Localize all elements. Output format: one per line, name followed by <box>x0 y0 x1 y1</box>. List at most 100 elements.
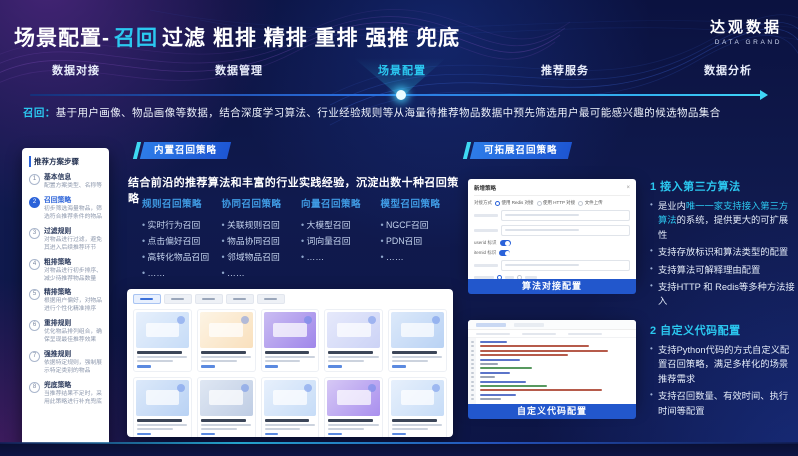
steps-sidebar: 推荐方案步骤 1 基本信息 配置方案类型、名称等 2 召回策略 初步筛选海量物品… <box>22 148 109 448</box>
card-illustration <box>327 312 380 348</box>
sidebar-step-1[interactable]: 1 基本信息 配置方案类型、名称等 <box>29 174 102 191</box>
custom-code-section: 2 自定义代码配置 支持Python代码的方式自定义配置召回策略，满足多样化的场… <box>650 322 796 421</box>
radio-redis[interactable]: 使用 Redis 对接 <box>495 200 534 206</box>
title-prefix: 场景配置- <box>14 27 110 50</box>
card-detail-link[interactable] <box>392 365 406 368</box>
card-illustration <box>200 380 253 416</box>
builtin-recall-badge: 内置召回策略 <box>140 142 231 159</box>
grid-tab[interactable] <box>133 294 161 304</box>
column-item: 关联规则召回 <box>222 217 302 233</box>
card-illustration <box>136 380 189 416</box>
column-title: 向量召回策略 <box>301 196 381 210</box>
card-illustration <box>200 312 253 348</box>
column-item: …… <box>222 265 302 281</box>
field-label-placeholder <box>474 229 498 232</box>
column-collab-recall: 协同召回策略 关联规则召回 物品协同召回 邻域物品召回 …… <box>222 196 302 281</box>
nav-active-dot-icon <box>396 90 406 100</box>
sidebar-step-3[interactable]: 3 过滤规则 对物品进行过滤，避免其进入后续推荐环节 <box>29 228 102 253</box>
editor-tab[interactable] <box>514 323 544 327</box>
card-illustration <box>264 380 317 416</box>
step-title: 粗排策略 <box>44 259 102 267</box>
sidebar-step-7[interactable]: 7 强推规则 依据特定规则，强制展示特定类别的物品 <box>29 351 102 376</box>
card-detail-link[interactable] <box>137 365 151 368</box>
sidebar-step-8[interactable]: 8 兜底策略 当推荐结果不足时，采用此策略进行补充兜底 <box>29 382 102 407</box>
strategy-desc-input[interactable] <box>501 225 630 236</box>
card-detail-link[interactable] <box>137 433 151 436</box>
strategy-card[interactable] <box>388 377 447 438</box>
strategy-grid-panel <box>127 289 453 437</box>
sidebar-step-4[interactable]: 4 粗排策略 对物品进行初步排序、减少待推荐物品数量 <box>29 259 102 284</box>
card-detail-link[interactable] <box>328 433 342 436</box>
radio-http[interactable]: 使用 HTTP 对接 <box>537 200 576 206</box>
strategy-card[interactable] <box>261 377 320 438</box>
strategy-card[interactable] <box>133 309 192 372</box>
sidebar-step-6[interactable]: 6 重排规则 优化物品排列组合，确保呈现最佳推荐效果 <box>29 320 102 345</box>
column-title: 模型召回策略 <box>381 196 461 210</box>
strategy-card[interactable] <box>197 309 256 372</box>
card-detail-link[interactable] <box>392 433 406 436</box>
strategy-card[interactable] <box>324 377 383 438</box>
column-item: …… <box>301 249 381 265</box>
step-title: 兜底策略 <box>44 382 102 390</box>
strategy-card[interactable] <box>324 309 383 372</box>
column-title: 规则召回策略 <box>142 196 222 210</box>
radio-file-upload[interactable]: 文件上传 <box>578 200 603 206</box>
card-detail-link[interactable] <box>201 433 215 436</box>
bullet-item: 支持算法可解释理由配置 <box>650 263 796 277</box>
builtin-recall-badge-label: 内置召回策略 <box>154 142 217 159</box>
step-desc: 根据用户偏好，对物品进行个性化精准排序 <box>44 298 102 314</box>
step-desc: 初步筛选海量物品，筛选符合推荐条件的物品 <box>44 206 102 222</box>
grid-tab[interactable] <box>164 294 192 304</box>
step-number: 7 <box>29 351 40 362</box>
step-desc: 当推荐结果不足时，采用此策略进行补充兜底 <box>44 391 102 407</box>
step-title: 召回策略 <box>44 197 102 205</box>
radio-icon[interactable] <box>495 201 500 206</box>
strategy-card[interactable] <box>261 309 320 372</box>
strategy-name-input[interactable] <box>501 210 630 221</box>
code-editor-body[interactable] <box>468 338 636 404</box>
sidebar-step-2[interactable]: 2 召回策略 初步筛选海量物品，筛选符合推荐条件的物品 <box>29 197 102 222</box>
itemid-toggle[interactable] <box>499 250 510 256</box>
radio-icon[interactable] <box>578 201 583 206</box>
card-detail-link[interactable] <box>265 433 279 436</box>
code-editor-toolbar <box>468 330 636 338</box>
third-party-section: 1 接入第三方算法 是业内唯一一家支持接入第三方算法的系统，提供更大的可扩展性 … <box>650 178 796 312</box>
dialog-title: 新增策略 <box>474 184 496 192</box>
close-icon[interactable]: × <box>626 185 630 191</box>
nav-item-recommend-service[interactable]: 推荐服务 <box>541 62 589 78</box>
sidebar-step-5[interactable]: 5 精排策略 根据用户偏好，对物品进行个性化精准排序 <box>29 289 102 314</box>
nav-item-scene-config[interactable]: 场景配置 <box>378 62 426 78</box>
intro-label: 召回： <box>23 107 56 119</box>
strategy-cards <box>133 309 447 437</box>
userid-toggle[interactable] <box>500 240 511 246</box>
grid-tab[interactable] <box>257 294 285 304</box>
card-detail-link[interactable] <box>201 365 215 368</box>
algorithm-connect-config-button[interactable]: 算法对接配置 <box>468 279 636 294</box>
step-desc: 配置方案类型、名称等 <box>44 183 102 191</box>
column-item: 实时行为召回 <box>142 217 222 233</box>
column-item: 物品协同召回 <box>222 233 302 249</box>
grid-tab[interactable] <box>226 294 254 304</box>
step-number: 4 <box>29 259 40 270</box>
card-detail-link[interactable] <box>328 365 342 368</box>
card-illustration <box>327 380 380 416</box>
nav-item-data-connect[interactable]: 数据对接 <box>52 62 100 78</box>
strategy-grid-tabs <box>133 294 447 304</box>
strategy-card[interactable] <box>388 309 447 372</box>
custom-code-config-button[interactable]: 自定义代码配置 <box>468 404 636 419</box>
editor-tab[interactable] <box>476 323 506 327</box>
card-detail-link[interactable] <box>265 365 279 368</box>
section-heading: 1 接入第三方算法 <box>650 178 796 194</box>
nav-item-data-manage[interactable]: 数据管理 <box>215 62 263 78</box>
bullet-item: 支持Python代码的方式自定义配置召回策略，满足多样化的场景推荐需求 <box>650 343 796 386</box>
strategy-card[interactable] <box>197 377 256 438</box>
column-title: 协同召回策略 <box>222 196 302 210</box>
line-number-gutter <box>468 338 476 404</box>
strategy-card[interactable] <box>133 377 192 438</box>
column-item: NGCF召回 <box>381 217 461 233</box>
step-title: 强推规则 <box>44 351 102 359</box>
nav-item-data-analysis[interactable]: 数据分析 <box>704 62 752 78</box>
reason-input[interactable] <box>501 260 630 271</box>
radio-icon[interactable] <box>537 201 542 206</box>
grid-tab[interactable] <box>195 294 223 304</box>
